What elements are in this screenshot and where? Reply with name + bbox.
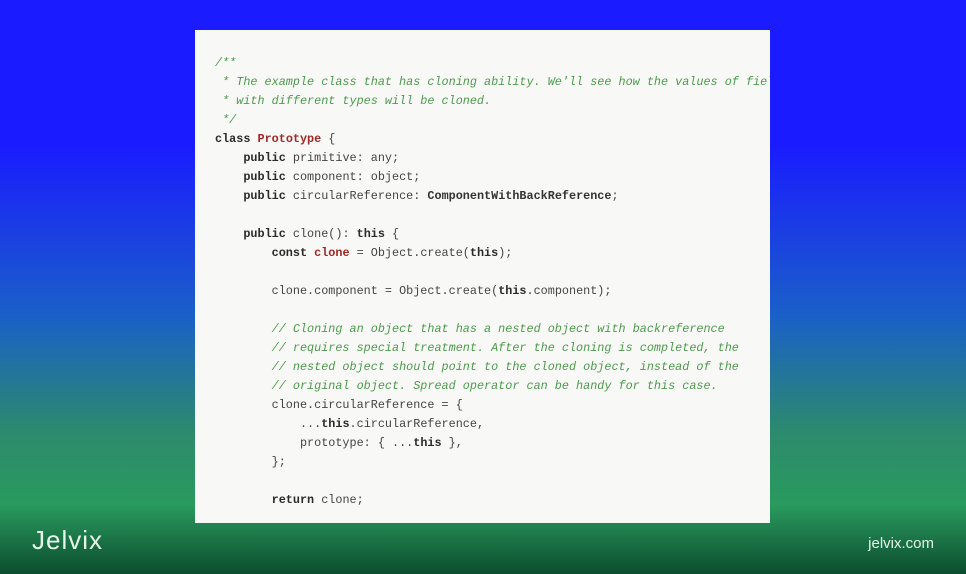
code-text: }, <box>442 436 463 450</box>
keyword-this: this <box>413 436 441 450</box>
member-decl: primitive: any; <box>286 151 399 165</box>
code-text: }; <box>272 455 286 469</box>
keyword-this: this <box>357 227 385 241</box>
keyword-return: return <box>272 493 314 507</box>
type-name: ComponentWithBackReference <box>427 189 611 203</box>
code-text: = Object.create( <box>350 246 470 260</box>
code-text: clone.component = Object.create( <box>272 284 499 298</box>
comment-line: // original object. Spread operator can … <box>272 379 718 393</box>
spread-op: ... <box>300 417 321 431</box>
class-name: Prototype <box>258 132 322 146</box>
comment-line: // Cloning an object that has a nested o… <box>272 322 725 336</box>
comment-line: */ <box>215 113 236 127</box>
keyword-public: public <box>243 170 285 184</box>
brace: { <box>385 227 399 241</box>
brand-logo-text: Jelvix <box>32 525 103 556</box>
keyword-public: public <box>243 151 285 165</box>
keyword-this: this <box>498 284 526 298</box>
keyword-this: this <box>470 246 498 260</box>
comment-line: // requires special treatment. After the… <box>272 341 739 355</box>
keyword-this: this <box>321 417 349 431</box>
comment-line: /** <box>215 56 236 70</box>
keyword-public: public <box>243 189 285 203</box>
site-url-text: jelvix.com <box>868 535 934 552</box>
brace: { <box>321 132 335 146</box>
code-text: .circularReference, <box>350 417 485 431</box>
code-block: /** * The example class that has cloning… <box>215 54 750 510</box>
semicolon: ; <box>611 189 618 203</box>
comment-line: * The example class that has cloning abi… <box>215 75 770 89</box>
comment-line: * with different types will be cloned. <box>215 94 491 108</box>
code-text: ); <box>498 246 512 260</box>
code-text: prototype: { ... <box>300 436 413 450</box>
code-text: .component); <box>527 284 612 298</box>
member-decl: component: object; <box>286 170 421 184</box>
code-snippet-card: /** * The example class that has cloning… <box>195 30 770 523</box>
keyword-public: public <box>243 227 285 241</box>
keyword-class: class <box>215 132 250 146</box>
code-text: clone; <box>314 493 364 507</box>
comment-line: // nested object should point to the clo… <box>272 360 739 374</box>
method-sig: clone(): <box>286 227 357 241</box>
code-text: clone.circularReference = { <box>272 398 463 412</box>
member-decl: circularReference: <box>286 189 428 203</box>
var-clone: clone <box>314 246 349 260</box>
page-background: /** * The example class that has cloning… <box>0 0 966 574</box>
keyword-const: const <box>272 246 314 260</box>
